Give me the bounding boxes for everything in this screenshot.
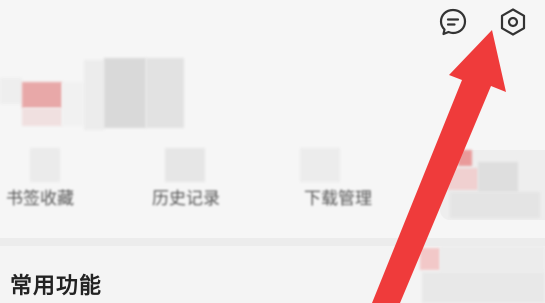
chat-bubble-icon xyxy=(439,8,467,36)
quick-action-bookmarks[interactable]: 书签收藏 xyxy=(6,188,74,210)
section-title: 常用功能 xyxy=(10,274,103,299)
settings-button[interactable] xyxy=(495,4,531,40)
quick-action-downloads[interactable]: 下载管理 xyxy=(304,188,372,210)
quick-actions-row: 书签收藏 历史记录 下载管理 xyxy=(0,188,545,218)
hexagon-settings-icon xyxy=(500,8,526,36)
section-divider xyxy=(0,238,545,246)
header-icons xyxy=(435,4,531,40)
profile-screen: 书签收藏 历史记录 下载管理 常用功能 xyxy=(0,0,545,303)
message-button[interactable] xyxy=(435,4,471,40)
quick-action-history[interactable]: 历史记录 xyxy=(152,188,220,210)
